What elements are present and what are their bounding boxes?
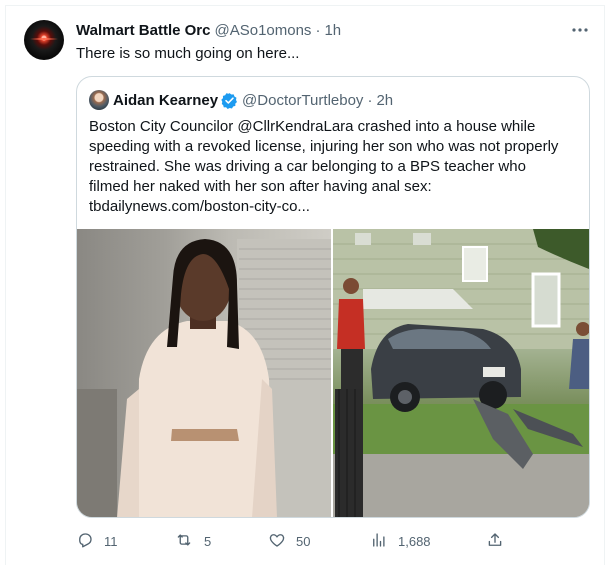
share-icon (486, 531, 514, 552)
quote-header: Aidan Kearney @DoctorTurtleboy · 2h (89, 89, 393, 111)
retweet-button[interactable]: 5 (174, 530, 211, 552)
quote-separator-dot: · (367, 91, 373, 109)
quote-text: Boston City Councilor @CllrKendraLara cr… (89, 117, 579, 217)
like-count: 50 (296, 533, 311, 549)
reply-button[interactable]: 11 (76, 530, 118, 552)
quote-media (77, 229, 589, 517)
author-name[interactable]: Walmart Battle Orc (76, 22, 210, 39)
like-icon (268, 531, 296, 552)
quote-author-handle[interactable]: @DoctorTurtleboy (242, 92, 363, 109)
author-avatar[interactable] (24, 20, 64, 60)
quote-text-line: speeding with a revoked license, injurin… (89, 138, 559, 155)
verified-badge-icon (221, 92, 238, 109)
reply-count: 11 (104, 533, 118, 549)
photo-car-crash[interactable] (333, 229, 589, 517)
quote-text-line: restrained. She was driving a car belong… (89, 158, 526, 175)
quote-text-line: Boston City Councilor @CllrKendraLara cr… (89, 118, 536, 135)
quote-author-avatar[interactable] (89, 90, 109, 110)
quote-time[interactable]: 2h (376, 92, 393, 109)
views-count: 1,688 (398, 533, 431, 549)
photo-woman-speaking[interactable] (77, 229, 331, 517)
views-button[interactable]: 1,688 (370, 530, 431, 552)
more-horizontal-icon[interactable] (570, 20, 590, 40)
tweet-actions: 11 5 50 1,688 (76, 530, 506, 552)
quote-author-name[interactable]: Aidan Kearney (113, 92, 218, 109)
reply-icon (76, 531, 104, 552)
quoted-tweet[interactable]: Aidan Kearney @DoctorTurtleboy · 2h Bost… (76, 76, 590, 518)
tweet-card[interactable]: Walmart Battle Orc @ASo1omons · 1h There… (5, 5, 605, 565)
share-button[interactable] (486, 530, 514, 552)
quote-text-line: filmed her naked with her son after havi… (89, 178, 432, 195)
quote-link[interactable]: tbdailynews.com/boston-city-co... (89, 197, 579, 217)
author-handle[interactable]: @ASo1omons (214, 22, 311, 39)
tweet-text: There is so much going on here... (76, 45, 300, 62)
retweet-count: 5 (204, 533, 212, 549)
tweet-time[interactable]: 1h (324, 22, 341, 39)
views-icon (370, 531, 398, 552)
like-button[interactable]: 50 (268, 530, 310, 552)
retweet-icon (174, 531, 204, 552)
tweet-header: Walmart Battle Orc @ASo1omons · 1h (76, 20, 341, 40)
separator-dot: · (315, 21, 321, 39)
